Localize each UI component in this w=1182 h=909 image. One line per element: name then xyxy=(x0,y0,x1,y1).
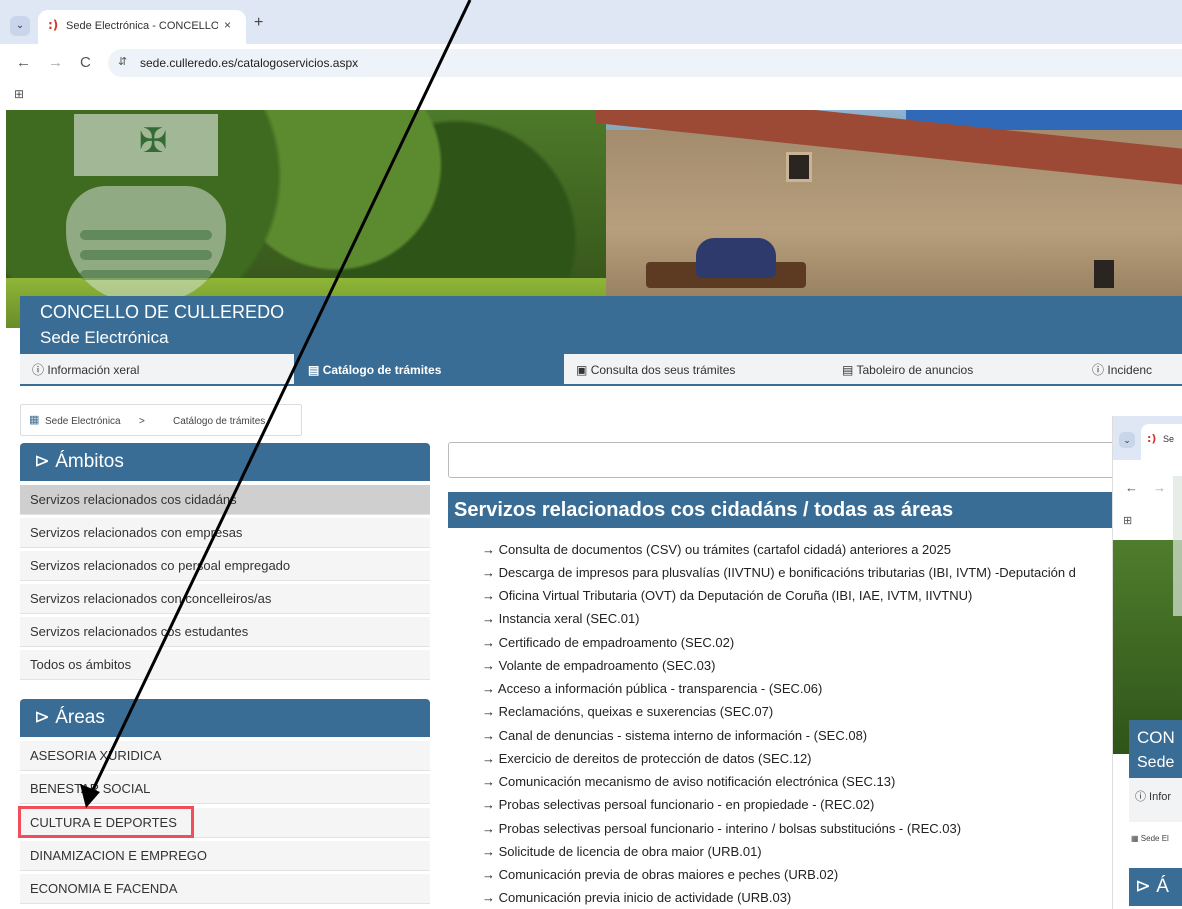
ambito-item[interactable]: Servizos relacionados con empresas xyxy=(20,518,430,548)
service-link[interactable]: → Probas selectivas persoal funcionario … xyxy=(482,819,1112,839)
overlay-nav-item[interactable]: ⓘ Infor xyxy=(1129,778,1182,822)
overlay-site-title: CON Sede xyxy=(1129,720,1182,778)
breadcrumb: ▦ Sede Electrónica > Catálogo de trámite… xyxy=(20,404,302,436)
content-heading: Servizos relacionados cos cidadáns / tod… xyxy=(448,492,1128,528)
url-text[interactable]: sede.culleredo.es/catalogoservicios.aspx xyxy=(140,56,358,70)
tab-search-chevron-icon[interactable]: ⌄ xyxy=(1119,432,1135,448)
favicon-icon: :) xyxy=(48,18,59,32)
house-window xyxy=(1094,260,1114,288)
apps-grid-icon[interactable]: ⊞ xyxy=(14,87,24,101)
service-link[interactable]: → Consulta de documentos (CSV) ou trámit… xyxy=(482,540,1112,560)
service-link[interactable]: → Acceso a información pública - transpa… xyxy=(482,679,1112,699)
nav-catalogo-tramites[interactable]: ▤ Catálogo de trámites xyxy=(294,354,564,386)
area-item[interactable]: ASESORIA XURIDICA xyxy=(20,741,430,771)
nav-label: Incidenc xyxy=(1107,363,1153,377)
nav-consulta-tramites[interactable]: ▣ Consulta dos seus trámites xyxy=(576,354,836,386)
highlight-annotation-box xyxy=(18,806,194,838)
areas-header: ⊳ Áreas xyxy=(20,699,430,737)
ambito-item[interactable]: Servizos relacionados con concelleiros/a… xyxy=(20,584,430,614)
breadcrumb-home[interactable]: Sede Electrónica xyxy=(45,416,121,427)
overlay-tab-title: Se xyxy=(1163,434,1175,444)
service-link[interactable]: → Certificado de empadroamento (SEC.02) xyxy=(482,633,1112,653)
logo-wave xyxy=(80,230,212,240)
info-icon: ⓘ xyxy=(1092,363,1105,377)
service-link[interactable]: → Comunicación previa inicio de activida… xyxy=(482,888,1112,909)
service-link[interactable]: → Reclamacións, queixas e suxerencias (S… xyxy=(482,702,1112,722)
site-subtitle: Sede Electrónica xyxy=(40,328,169,347)
sede-icon: ▦ xyxy=(29,414,40,426)
tab-title: Sede Electrónica - CONCELLO D xyxy=(66,20,218,32)
service-link[interactable]: → Comunicación mecanismo de aviso notifi… xyxy=(482,772,1112,792)
service-link[interactable]: → Probas selectivas persoal funcionario … xyxy=(482,795,1112,815)
site-name[interactable]: CONCELLO DE CULLEREDO xyxy=(40,302,284,323)
breadcrumb-separator: > xyxy=(139,416,145,427)
site-title-bar: CONCELLO DE CULLEREDO Sede Electrónica xyxy=(20,296,1182,354)
overlay-areas-header: ⊳ Á xyxy=(1129,868,1182,906)
council-logo: ✠ xyxy=(66,114,226,302)
people-on-bench xyxy=(696,238,776,278)
logo-wave xyxy=(80,250,212,260)
logo-shield-top: ✠ xyxy=(74,114,218,176)
area-item[interactable]: BENESTAR SOCIAL xyxy=(20,774,430,804)
nav-label: Información xeral xyxy=(47,363,140,377)
nav-incidencias[interactable]: ⓘ Incidenc xyxy=(1092,354,1182,386)
info-icon: ⓘ xyxy=(32,363,45,377)
overlay-tab[interactable]: :) Se xyxy=(1141,424,1182,460)
nav-taboleiro-anuncios[interactable]: ▤ Taboleiro de anuncios xyxy=(842,354,1072,386)
service-link[interactable]: → Oficina Virtual Tributaria (OVT) da De… xyxy=(482,586,1112,606)
bookmarks-bar: ⊞ xyxy=(0,82,1182,110)
logo-wave xyxy=(80,270,212,280)
overlay-logo xyxy=(1173,476,1182,616)
back-arrow-icon[interactable]: ← xyxy=(1125,480,1138,495)
board-icon: ▤ xyxy=(842,363,854,377)
url-field[interactable]: ⇵ sede.culleredo.es/catalogoservicios.as… xyxy=(108,49,1182,77)
nav-label: Taboleiro de anuncios xyxy=(856,363,974,377)
ambito-item[interactable]: Servizos relacionados co persoal emprega… xyxy=(20,551,430,581)
site-info-icon[interactable]: ⇵ xyxy=(118,55,127,68)
forward-arrow-icon[interactable]: → xyxy=(48,54,63,71)
ambitos-header: ⊳ Ámbitos xyxy=(20,443,430,481)
breadcrumb-current: Catálogo de trámites xyxy=(173,416,266,427)
service-link[interactable]: → Descarga de impresos para plusvalías (… xyxy=(482,563,1112,583)
logo-shield-bottom xyxy=(66,186,226,302)
overlay-tabstrip: ⌄ :) Se xyxy=(1113,416,1182,460)
tab-search-chevron-icon[interactable]: ⌄ xyxy=(10,16,30,36)
nav-informacion-xeral[interactable]: ⓘ Información xeral xyxy=(28,354,294,386)
catalog-icon: ▤ xyxy=(308,363,320,377)
service-link[interactable]: → Volante de empadroamento (SEC.03) xyxy=(482,656,1112,676)
service-link[interactable]: → Canal de denuncias - sistema interno d… xyxy=(482,726,1112,746)
browser-tabstrip: ⌄ :) Sede Electrónica - CONCELLO D × + xyxy=(0,0,1182,44)
ambito-item[interactable]: Servizos relacionados cos cidadáns xyxy=(20,485,430,515)
overlay-breadcrumb[interactable]: ▦ Sede El xyxy=(1131,834,1169,843)
nav-label: Consulta dos seus trámites xyxy=(590,363,736,377)
overlapping-screenshot: ⌄ :) Se ← → ⊞ CON Sede ⓘ Infor ▦ Sede El… xyxy=(1112,416,1182,909)
new-tab-icon[interactable]: + xyxy=(254,14,263,32)
ambito-item[interactable]: Servizos relacionados cos estudantes xyxy=(20,617,430,647)
reload-icon[interactable]: C xyxy=(80,54,91,71)
house-window xyxy=(786,152,812,182)
service-link[interactable]: → Instancia xeral (SEC.01) xyxy=(482,609,1112,629)
back-arrow-icon[interactable]: ← xyxy=(16,54,31,71)
filter-search-input[interactable] xyxy=(448,442,1128,478)
overlay-site-name: CON xyxy=(1137,728,1175,747)
ambito-item[interactable]: Todos os ámbitos xyxy=(20,650,430,680)
apps-grid-icon[interactable]: ⊞ xyxy=(1123,514,1132,527)
address-bar: ← → C ⇵ sede.culleredo.es/catalogoservic… xyxy=(0,44,1182,82)
document-icon: ▣ xyxy=(576,363,588,377)
overlay-site-subtitle: Sede xyxy=(1137,754,1175,771)
service-link[interactable]: → Solicitude de licencia de obra maior (… xyxy=(482,842,1112,862)
forward-arrow-icon[interactable]: → xyxy=(1153,480,1166,495)
service-link[interactable]: → Exercicio de dereitos de protección de… xyxy=(482,749,1112,769)
service-link[interactable]: → Comunicación previa de obras maiores e… xyxy=(482,865,1112,885)
area-item[interactable]: DINAMIZACION E EMPREGO xyxy=(20,841,430,871)
close-tab-icon[interactable]: × xyxy=(224,18,231,32)
nav-label: Catálogo de trámites xyxy=(322,363,442,377)
logo-cross-icon: ✠ xyxy=(138,121,168,161)
main-nav: ⓘ Información xeral ▤ Catálogo de trámit… xyxy=(20,354,1182,386)
favicon-icon: :) xyxy=(1147,432,1157,445)
area-item[interactable]: ECONOMIA E FACENDA xyxy=(20,874,430,904)
browser-tab-active[interactable]: :) Sede Electrónica - CONCELLO D × xyxy=(38,10,246,44)
